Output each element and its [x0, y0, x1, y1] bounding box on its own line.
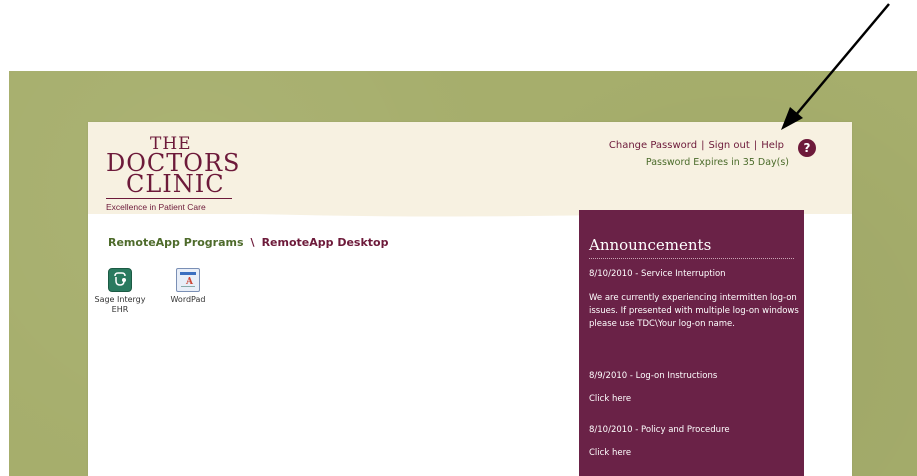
app-label: EHR — [111, 304, 129, 314]
announcements-title: Announcements — [589, 236, 712, 254]
help-link[interactable]: Help — [761, 140, 784, 151]
help-icon[interactable]: ? — [798, 139, 816, 157]
announcement-link[interactable]: Click here — [589, 393, 799, 406]
app-label: WordPad — [170, 295, 206, 304]
app-label: Sage Intergy — [94, 295, 146, 304]
announcement-heading: 8/10/2010 - Service Interruption — [589, 269, 726, 279]
link-separator: | — [701, 140, 705, 151]
password-expiry-notice: Password Expires in 35 Day(s) — [645, 157, 789, 168]
change-password-link[interactable]: Change Password — [609, 140, 697, 151]
svg-text:A: A — [185, 277, 194, 287]
logo-divider — [106, 198, 232, 199]
announcement-body: We are currently experiencing intermitte… — [589, 293, 799, 330]
announcement-heading: 8/9/2010 - Log-on Instructions — [589, 371, 718, 381]
tab-remoteapp-desktop[interactable]: RemoteApp Desktop — [262, 236, 389, 249]
sign-out-link[interactable]: Sign out — [708, 140, 749, 151]
remoteapp-tabs: RemoteApp Programs \ RemoteApp Desktop — [108, 236, 388, 249]
link-separator: | — [753, 140, 758, 151]
logo-line-3: CLINIC — [126, 170, 225, 198]
app-sage-intergy-ehr[interactable]: Sage Intergy EHR — [94, 268, 146, 314]
sage-intergy-icon — [108, 268, 132, 292]
header-links: Change Password | Sign out | Help — [609, 140, 784, 151]
tab-remoteapp-programs[interactable]: RemoteApp Programs — [108, 236, 244, 249]
announcement-link[interactable]: Click here — [589, 447, 799, 460]
doctors-clinic-logo: THE DOCTORS CLINIC Excellence in Patient… — [106, 134, 239, 212]
announcement-heading: 8/10/2010 - Policy and Procedure — [589, 425, 730, 435]
wordpad-icon: A — [176, 268, 200, 292]
remoteapp-portal: THE DOCTORS CLINIC Excellence in Patient… — [88, 122, 852, 476]
tab-separator: \ — [250, 236, 255, 249]
announcements-divider — [589, 258, 794, 259]
logo-tagline: Excellence in Patient Care — [106, 202, 206, 212]
announcements-panel: Announcements 8/10/2010 - Service Interr… — [579, 210, 804, 476]
app-wordpad[interactable]: A WordPad — [168, 268, 208, 305]
